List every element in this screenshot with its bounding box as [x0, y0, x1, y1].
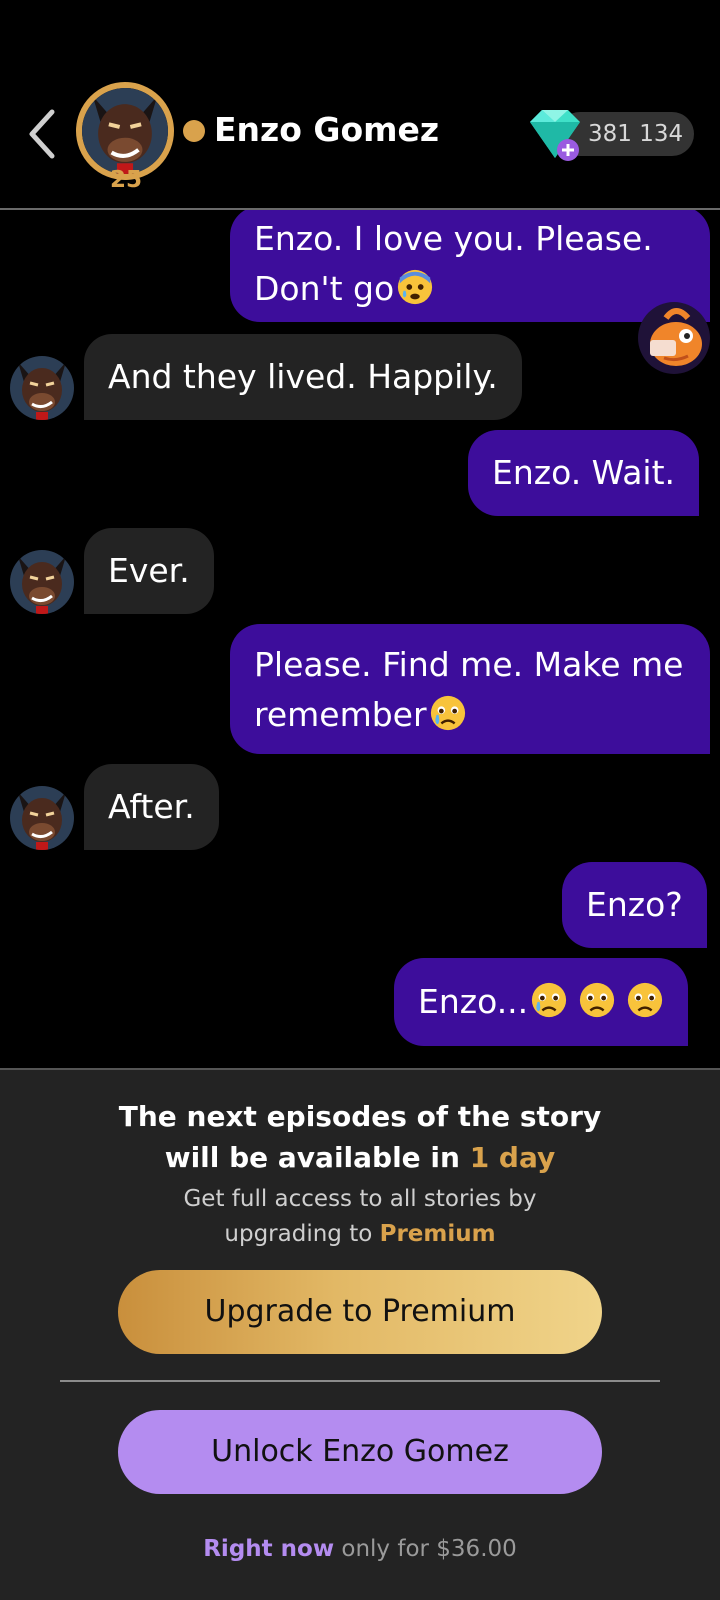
paywall-title-line1: The next episodes of the story: [118, 1100, 602, 1133]
diamond-plus-icon[interactable]: [520, 106, 590, 166]
contact-avatar[interactable]: 25: [76, 82, 174, 193]
paywall-subtitle-prefix: upgrading to: [224, 1221, 373, 1247]
crying-face-emoji: [430, 695, 465, 731]
chat-screen: 25 Enzo Gomez 381 134 Enzo. I love you. …: [0, 0, 720, 1600]
message-bubble-bot[interactable]: And they lived. Happily.: [84, 334, 522, 420]
message-text: Please. Find me. Make me remember: [254, 645, 684, 734]
message-bubble-bot[interactable]: Ever.: [84, 528, 214, 614]
divider: [60, 1380, 660, 1382]
message-text: After.: [108, 787, 195, 826]
price-note: Right now only for $36.00: [60, 1532, 660, 1566]
online-status-dot: [183, 120, 205, 142]
upgrade-premium-button[interactable]: Upgrade to Premium: [118, 1270, 602, 1354]
countdown-highlight: 1 day: [469, 1141, 556, 1174]
level-badge: 25: [109, 167, 142, 193]
message-text: Enzo?: [586, 885, 683, 924]
paywall-subtitle: Get full access to all stories by upgrad…: [60, 1182, 660, 1252]
message-bubble-user[interactable]: Enzo?: [562, 862, 707, 948]
message-text: Enzo. Wait.: [492, 453, 676, 492]
message-bubble-bot[interactable]: After.: [84, 764, 219, 850]
chat-header: 25 Enzo Gomez 381 134: [0, 0, 720, 210]
sad-face-emoji: [580, 982, 615, 1018]
paywall-subtitle-line1: Get full access to all stories by: [183, 1186, 537, 1212]
anxious-face-emoji: [398, 269, 433, 305]
message-bubble-user[interactable]: Enzo...: [394, 958, 689, 1046]
sender-avatar[interactable]: [10, 550, 74, 614]
back-button[interactable]: [22, 104, 62, 164]
message-bubble-user[interactable]: Enzo. Wait.: [468, 430, 700, 516]
paywall-title-line2: will be available in 1 day: [60, 1137, 660, 1178]
paywall-subtitle-line2: upgrading to Premium: [60, 1217, 660, 1252]
mascot-icon[interactable]: [636, 300, 712, 376]
sender-avatar[interactable]: [10, 356, 74, 420]
paywall-title: The next episodes of the story will be a…: [60, 1096, 660, 1178]
message-text: And they lived. Happily.: [108, 357, 498, 396]
message-bubble-user[interactable]: Please. Find me. Make me remember: [230, 624, 710, 754]
chevron-left-icon: [29, 109, 55, 159]
message-text: Enzo. I love you. Please. Don't go: [254, 219, 653, 308]
contact-name[interactable]: Enzo Gomez: [214, 108, 439, 152]
sad-face-emoji: [628, 982, 663, 1018]
gems-count: 381 134: [588, 121, 684, 147]
paywall-panel: The next episodes of the story will be a…: [0, 1068, 720, 1600]
sender-avatar[interactable]: [10, 786, 74, 850]
avatar-image: [82, 88, 168, 174]
price-text: only for $36.00: [341, 1536, 517, 1562]
unlock-character-button[interactable]: Unlock Enzo Gomez: [118, 1410, 602, 1494]
paywall-title-prefix: will be available in: [164, 1141, 460, 1174]
price-highlight: Right now: [203, 1536, 335, 1562]
message-text: Enzo...: [418, 982, 529, 1021]
premium-highlight: Premium: [379, 1221, 496, 1247]
message-text: Ever.: [108, 551, 190, 590]
crying-face-emoji: [532, 982, 567, 1018]
